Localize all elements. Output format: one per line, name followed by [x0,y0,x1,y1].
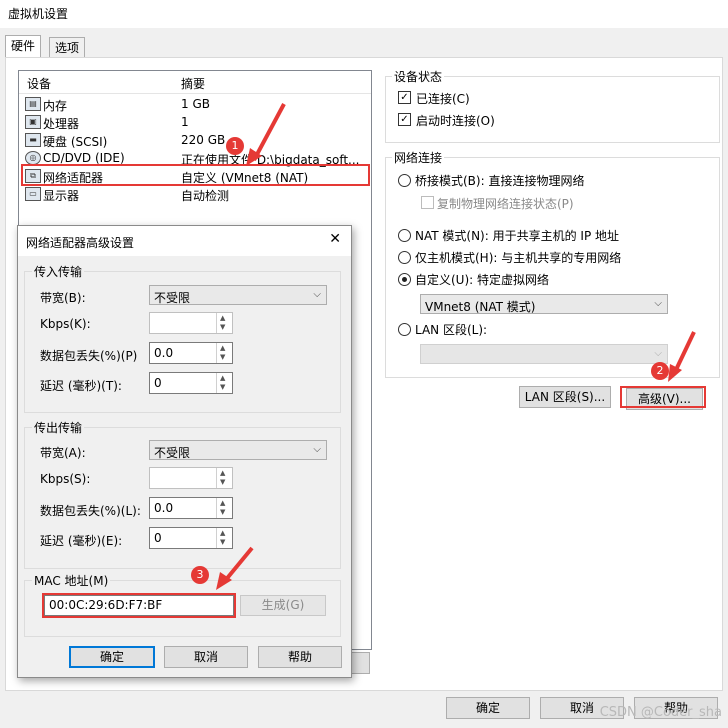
connected-checkbox[interactable]: ✓ [398,91,411,104]
device-row-memory[interactable]: ▤ 内存 1 GB [19,95,371,113]
chevron-down-icon: ⌵ [313,289,321,300]
cpu-icon: ▣ [25,115,41,129]
device-list-header: 设备 摘要 [19,71,371,94]
bridged-radio[interactable] [398,174,411,187]
incoming-bandwidth-label: 带宽(B): [40,291,86,305]
device-status-group [385,76,720,143]
annotation-arrow-1 [246,103,286,166]
incoming-latency-value: 0 [154,376,162,390]
column-device[interactable]: 设备 [27,75,51,92]
spinner[interactable]: ▲ ▼ [216,468,232,488]
mac-title: MAC 地址(M) [32,572,111,589]
outgoing-bandwidth-select[interactable]: 不受限 ⌵ [149,440,327,460]
device-row-cpu[interactable]: ▣ 处理器 1 [19,113,371,131]
incoming-latency-label: 延迟 (毫秒)(T): [40,379,122,393]
dialog-title-bar: 网络适配器高级设置 ✕ [18,226,351,256]
device-name: 显示器 [43,189,80,203]
outgoing-latency-label: 延迟 (毫秒)(E): [40,534,123,548]
device-row-display[interactable]: ▭ 显示器 自动检测 [19,185,371,203]
nat-label[interactable]: NAT 模式(N): 用于共享主机的 IP 地址 [415,227,619,244]
incoming-kbps-input[interactable]: ▲ ▼ [149,312,233,334]
device-row-disk[interactable]: ▬ 硬盘 (SCSI) 220 GB [19,131,371,149]
chevron-down-icon: ⌵ [654,298,662,309]
custom-label[interactable]: 自定义(U): 特定虚拟网络 [415,271,549,288]
watermark: CSDN @Coder_sha [599,705,722,720]
incoming-loss-label: 数据包丢失(%)(P) [40,349,138,363]
device-name: 内存 [43,99,68,113]
host-only-radio[interactable] [398,251,411,264]
chevron-down-icon: ⌵ [313,444,321,455]
spinner[interactable]: ▲ ▼ [216,373,232,393]
ok-button[interactable]: 确定 [446,697,530,719]
replicate-checkbox[interactable] [421,196,434,209]
dialog-cancel-button[interactable]: 取消 [164,646,248,668]
display-icon: ▭ [25,187,41,201]
highlight-network-row [21,164,370,186]
tab-options[interactable]: 选项 [49,37,86,58]
incoming-kbps-label: Kbps(K): [40,317,91,331]
column-summary[interactable]: 摘要 [181,75,205,92]
outgoing-latency-value: 0 [154,531,162,545]
lan-label[interactable]: LAN 区段(L): [415,321,487,338]
lan-radio[interactable] [398,323,411,336]
annotation-arrow-3 [216,546,254,590]
highlight-advanced-button [620,386,706,408]
generate-button[interactable]: 生成(G) [240,595,326,616]
annotation-arrow-2 [668,331,696,382]
bridged-label[interactable]: 桥接模式(B): 直接连接物理网络 [415,172,584,189]
outgoing-loss-label: 数据包丢失(%)(L): [40,504,141,518]
dialog-ok-button[interactable]: 确定 [69,646,155,668]
device-summary: 自动检测 [181,189,230,203]
dialog-title: 网络适配器高级设置 [26,236,135,250]
window-title: 虚拟机设置 [8,7,69,21]
lan-segment-select[interactable]: ⌵ [420,344,668,364]
host-only-label[interactable]: 仅主机模式(H): 与主机共享的专用网络 [415,249,621,266]
outgoing-kbps-input[interactable]: ▲ ▼ [149,467,233,489]
lan-segments-button[interactable]: LAN 区段(S)... [519,386,611,408]
replicate-label[interactable]: 复制物理网络连接状态(P) [437,195,574,212]
spinner[interactable]: ▲ ▼ [216,498,232,518]
custom-radio[interactable] [398,273,411,286]
tab-hardware[interactable]: 硬件 [5,35,42,58]
device-status-title: 设备状态 [392,68,445,85]
dialog-help-button[interactable]: 帮助 [258,646,342,668]
incoming-loss-value: 0.0 [154,346,174,360]
outgoing-loss-input[interactable]: 0.0 ▲ ▼ [149,497,233,519]
highlight-mac-address [42,593,236,618]
device-name: CD/DVD (IDE) [43,151,125,165]
advanced-settings-dialog: 网络适配器高级设置 ✕ 传入传输 带宽(B): 不受限 ⌵ Kbps(K): ▲… [17,225,352,678]
custom-network-value: VMnet8 (NAT 模式) [425,300,536,314]
title-bar: 虚拟机设置 [0,0,728,28]
cdrom-icon: ◎ [25,151,41,165]
incoming-title: 传入传输 [32,263,85,280]
disk-icon: ▬ [25,133,41,147]
network-connection-title: 网络连接 [392,149,445,166]
nat-radio[interactable] [398,229,411,242]
device-name: 硬盘 (SCSI) [43,135,108,149]
outgoing-bandwidth-value: 不受限 [154,446,191,460]
outgoing-loss-value: 0.0 [154,501,174,515]
incoming-bandwidth-value: 不受限 [154,291,191,305]
outgoing-kbps-label: Kbps(S): [40,472,91,486]
incoming-bandwidth-select[interactable]: 不受限 ⌵ [149,285,327,305]
annotation-badge-3: 3 [191,566,209,584]
incoming-latency-input[interactable]: 0 ▲ ▼ [149,372,233,394]
spinner[interactable]: ▲ ▼ [216,313,232,333]
outgoing-bandwidth-label: 带宽(A): [40,446,86,460]
device-name: 处理器 [43,117,80,131]
chevron-down-icon: ⌵ [654,348,662,359]
spinner[interactable]: ▲ ▼ [216,343,232,363]
connect-on-power-checkbox[interactable]: ✓ [398,113,411,126]
connect-on-power-label[interactable]: 启动时连接(O) [416,112,495,129]
outgoing-title: 传出传输 [32,419,85,436]
incoming-loss-input[interactable]: 0.0 ▲ ▼ [149,342,233,364]
close-icon[interactable]: ✕ [329,231,341,247]
custom-network-select[interactable]: VMnet8 (NAT 模式) ⌵ [420,294,668,314]
connected-label[interactable]: 已连接(C) [416,90,470,107]
memory-icon: ▤ [25,97,41,111]
